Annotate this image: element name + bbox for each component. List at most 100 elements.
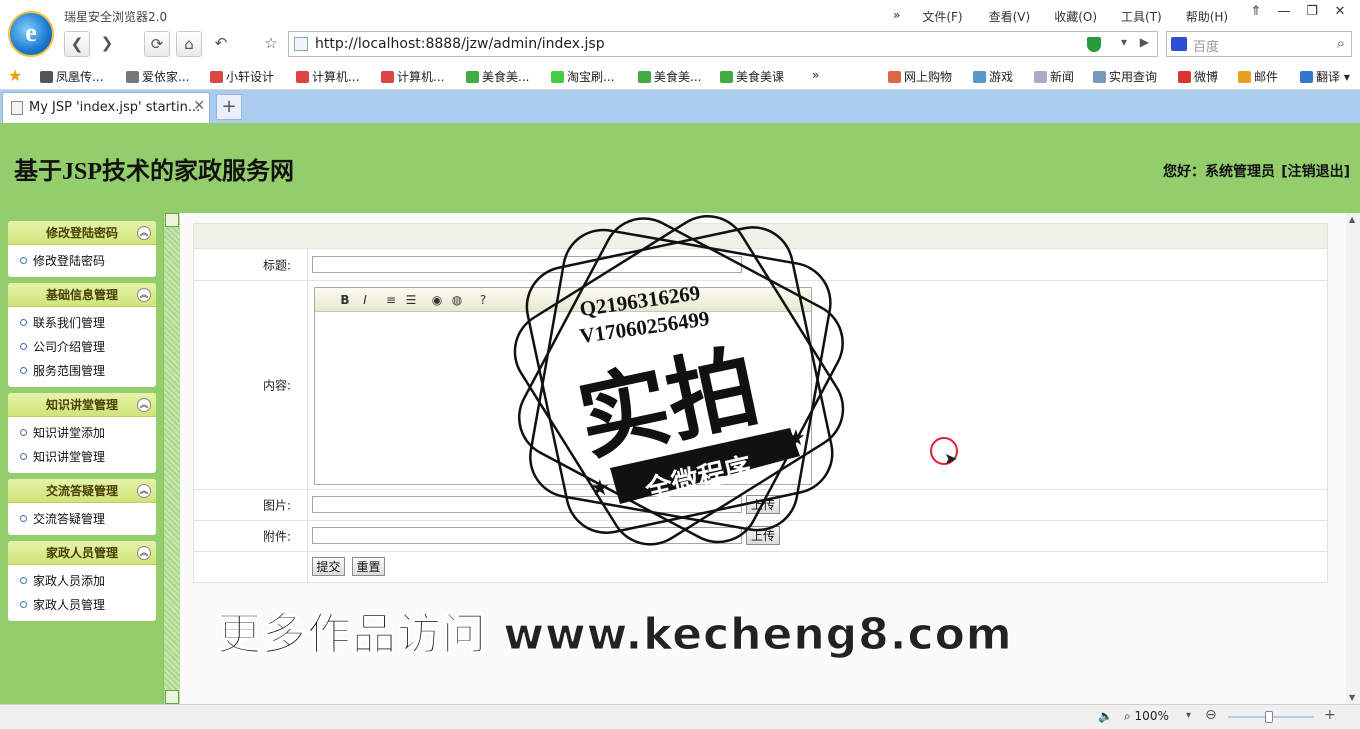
close-tab-icon[interactable]: ✕ <box>193 98 205 114</box>
attachment-path-input[interactable] <box>312 527 742 544</box>
link-icon[interactable]: ◉ <box>427 293 447 307</box>
address-bar[interactable]: http://localhost:8888/jzw/admin/index.js… <box>288 31 1158 57</box>
fav-item[interactable]: 美食美... <box>638 68 701 85</box>
speaker-icon[interactable]: 🔈 <box>1098 709 1113 723</box>
unordered-list-icon[interactable]: ☰ <box>401 293 421 307</box>
home-icon[interactable]: ⌂ <box>176 31 202 57</box>
fav-item[interactable]: 计算机... <box>381 68 444 85</box>
collapse-icon[interactable]: ︽ <box>137 484 151 498</box>
sidebar-group-header[interactable]: 基础信息管理 ︽ <box>8 283 156 307</box>
undo-icon[interactable]: ↶ <box>208 31 234 57</box>
upload-attachment-button[interactable]: 上传 <box>746 526 780 545</box>
skin-button[interactable]: ⇑ <box>1242 3 1270 23</box>
fav-item[interactable]: 网上购物 <box>888 68 952 85</box>
form-row-attachment: 附件: 上传 <box>194 521 1327 552</box>
rich-text-editor[interactable]: B I ≡ ☰ ◉ ◍ ? <box>314 287 812 485</box>
zoom-slider-thumb[interactable] <box>1265 711 1273 723</box>
sidebar-group-header[interactable]: 修改登陆密码 ︽ <box>8 221 156 245</box>
tab-title[interactable]: My JSP 'index.jsp' startin... <box>29 100 200 115</box>
fav-more[interactable]: » <box>812 68 819 82</box>
favorites-star-icon[interactable]: ★ <box>8 66 22 85</box>
sidebar-item[interactable]: 家政人员添加 <box>8 569 156 593</box>
image-path-input[interactable] <box>312 496 742 513</box>
forward-icon[interactable]: ❯ <box>94 31 120 57</box>
fav-item[interactable]: 翻译 ▾ <box>1300 68 1350 85</box>
submit-button[interactable]: 提交 <box>312 557 345 576</box>
tab-active[interactable]: My JSP 'index.jsp' startin... ✕ <box>2 92 210 123</box>
fav-item[interactable]: 计算机... <box>296 68 359 85</box>
new-tab-button[interactable]: + <box>216 94 242 120</box>
address-url[interactable]: http://localhost:8888/jzw/admin/index.js… <box>315 36 605 52</box>
zoom-in-icon[interactable]: + <box>1324 707 1336 723</box>
star-icon[interactable]: ☆ <box>258 31 284 57</box>
collapse-icon[interactable]: ︽ <box>137 226 151 240</box>
fav-item[interactable]: 微博 <box>1178 68 1218 85</box>
bold-icon[interactable]: B <box>335 293 355 307</box>
ordered-list-icon[interactable]: ≡ <box>381 293 401 307</box>
menu-help[interactable]: 帮助(H) <box>1186 8 1228 25</box>
maximize-button[interactable]: ❐ <box>1298 3 1326 23</box>
fav-item[interactable]: 美食美课 <box>720 68 784 85</box>
upload-image-button[interactable]: 上传 <box>746 495 780 514</box>
minimize-button[interactable]: — <box>1270 3 1298 23</box>
sidebar-item[interactable]: 知识讲堂添加 <box>8 421 156 445</box>
frame-splitter[interactable] <box>163 213 180 704</box>
menu-more[interactable]: » <box>893 8 900 25</box>
logout-link[interactable]: [注销退出] <box>1281 161 1350 181</box>
fav-item[interactable]: 淘宝刷... <box>551 68 614 85</box>
sidebar-group-header[interactable]: 家政人员管理 ︽ <box>8 541 156 565</box>
back-icon[interactable]: ❮ <box>64 31 90 57</box>
reset-button[interactable]: 重置 <box>352 557 385 576</box>
fav-item[interactable]: 凤凰传... <box>40 68 103 85</box>
go-arrow-icon[interactable]: ▶ <box>1140 35 1149 49</box>
help-icon[interactable]: ? <box>473 293 493 307</box>
scroll-up-icon[interactable]: ▲ <box>1349 215 1355 224</box>
sidebar-item[interactable]: 知识讲堂管理 <box>8 445 156 469</box>
chevron-down-icon[interactable]: ▾ <box>1121 35 1127 49</box>
search-engine-icon[interactable] <box>1171 37 1187 51</box>
sidebar-group-header[interactable]: 交流答疑管理 ︽ <box>8 479 156 503</box>
menu-view[interactable]: 查看(V) <box>989 8 1031 25</box>
sidebar-item[interactable]: 联系我们管理 <box>8 311 156 335</box>
user-greeting: 您好：系统管理员 <box>1163 164 1275 180</box>
fav-item[interactable]: 美食美... <box>466 68 529 85</box>
zoom-out-icon[interactable]: ⊖ <box>1205 707 1217 723</box>
menu-file[interactable]: 文件(F) <box>922 8 962 25</box>
tab-bar: My JSP 'index.jsp' startin... ✕ + <box>0 90 1360 123</box>
zoom-dropdown-icon[interactable]: ▾ <box>1186 710 1191 721</box>
close-button[interactable]: ✕ <box>1326 3 1354 23</box>
sidebar-item[interactable]: 交流答疑管理 <box>8 507 156 531</box>
sidebar-item[interactable]: 家政人员管理 <box>8 593 156 617</box>
title-label: 标题: <box>262 258 291 272</box>
collapse-icon[interactable]: ︽ <box>137 288 151 302</box>
unlink-icon[interactable]: ◍ <box>447 293 467 307</box>
fav-item[interactable]: 游戏 <box>973 68 1013 85</box>
fav-item[interactable]: 小轩设计 <box>210 68 274 85</box>
menu-tools[interactable]: 工具(T) <box>1121 8 1162 25</box>
nav-bar: ❮ ❯ ⟳ ⌂ ↶ ☆ http://localhost:8888/jzw/ad… <box>0 31 1360 62</box>
cursor-arrow-icon: ➤ <box>944 449 958 468</box>
search-box[interactable]: 百度 ⌕ <box>1166 31 1352 57</box>
search-placeholder[interactable]: 百度 <box>1193 36 1219 55</box>
fav-item[interactable]: 爱依家... <box>126 68 189 85</box>
collapse-icon[interactable]: ︽ <box>137 546 151 560</box>
refresh-icon[interactable]: ⟳ <box>144 31 170 57</box>
search-icon[interactable]: ⌕ <box>1337 34 1345 52</box>
italic-icon[interactable]: I <box>355 293 375 307</box>
splitter-top-cap[interactable] <box>165 213 179 227</box>
collapse-icon[interactable]: ︽ <box>137 398 151 412</box>
sidebar-group-header[interactable]: 知识讲堂管理 ︽ <box>8 393 156 417</box>
splitter-bottom-cap[interactable] <box>165 690 179 704</box>
menu-favorites[interactable]: 收藏(O) <box>1054 8 1097 25</box>
title-input[interactable] <box>312 256 742 273</box>
sidebar-item[interactable]: 修改登陆密码 <box>8 249 156 273</box>
vertical-scrollbar[interactable]: ▲ ▼ <box>1346 213 1360 704</box>
fav-item[interactable]: 新闻 <box>1034 68 1074 85</box>
scroll-down-icon[interactable]: ▼ <box>1349 693 1355 702</box>
sidebar-item[interactable]: 公司介绍管理 <box>8 335 156 359</box>
sidebar-item[interactable]: 服务范围管理 <box>8 359 156 383</box>
fav-item[interactable]: 邮件 <box>1238 68 1278 85</box>
status-bar: 🔈 ⌕ 100% ▾ ⊖ + <box>0 704 1360 729</box>
fav-item[interactable]: 实用查询 <box>1093 68 1157 85</box>
zoom-level[interactable]: ⌕ 100% <box>1124 709 1169 724</box>
